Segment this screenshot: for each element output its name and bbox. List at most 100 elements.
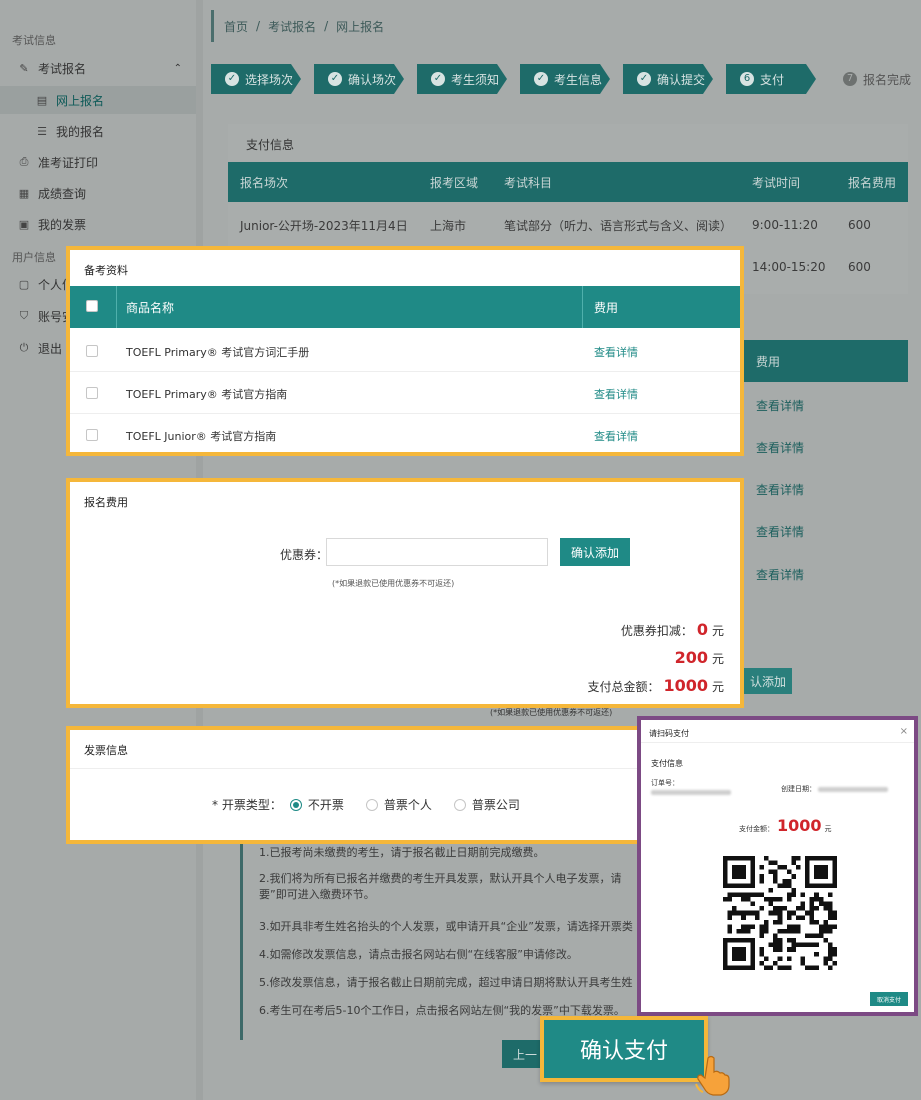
cancel-payment-button[interactable]: 取消支付 xyxy=(870,992,908,1006)
invoice-option-none[interactable]: 不开票 xyxy=(289,796,344,813)
divider xyxy=(641,742,914,743)
invoice-type-group: * 开票类型： 不开票 普票个人 普票公司 xyxy=(212,796,534,813)
confirm-pay-button[interactable]: 确认支付 xyxy=(540,1016,708,1082)
note-line: 5.修改发票信息，请于报名截止日期前完成，超过申请日期将默认开具考生姓 xyxy=(259,976,633,989)
section-title: 支付信息 xyxy=(246,138,295,152)
column-header: 费用 xyxy=(756,354,781,369)
currency-unit: 元 xyxy=(711,652,724,666)
breadcrumb-exam-registration[interactable]: 考试报名 xyxy=(268,18,316,35)
logout-icon: ⏻ xyxy=(19,341,29,354)
step-number-icon: 7 xyxy=(843,72,857,86)
sidebar-item-label: 成绩查询 xyxy=(38,186,87,201)
breadcrumb-separator: / xyxy=(324,19,329,33)
column-header: 商品名称 xyxy=(126,300,175,315)
total-label: 支付总金额： xyxy=(587,680,660,694)
invoice-type-label: * 开票类型： xyxy=(212,798,282,812)
step-label: 考生信息 xyxy=(554,72,603,87)
column-header: 考试时间 xyxy=(752,175,801,190)
view-details-link[interactable]: 查看详情 xyxy=(756,523,804,540)
sidebar-group-exam: 考试信息 xyxy=(12,34,56,47)
edit-icon: ✎ xyxy=(19,61,29,75)
created-label: 创建日期： xyxy=(781,785,816,793)
sidebar-item-exam-registration[interactable]: ✎ 考试报名 ⌃ xyxy=(0,54,196,82)
item-checkbox[interactable] xyxy=(86,345,98,357)
sidebar-item-label: 退出 xyxy=(38,341,63,356)
chevron-up-icon: ⌃ xyxy=(173,62,182,74)
option-label: 不开票 xyxy=(307,798,344,812)
sidebar-item-my-invoice[interactable]: ▣ 我的发票 xyxy=(0,210,196,238)
sidebar-item-label: 考试报名 xyxy=(38,61,87,76)
discount-label: 优惠券扣减： xyxy=(620,624,693,638)
sidebar-item-label: 我的发票 xyxy=(38,217,87,232)
step-label: 考生须知 xyxy=(451,72,500,87)
table-cell: 上海市 xyxy=(430,218,467,233)
step-label: 支付 xyxy=(760,72,785,87)
order-number: 订单号： xyxy=(651,778,731,796)
list-icon: ☰ xyxy=(37,124,47,138)
view-details-link[interactable]: 查看详情 xyxy=(756,439,804,456)
blurred-value xyxy=(818,786,889,792)
sidebar-item-score-query[interactable]: ▦ 成绩查询 xyxy=(0,179,196,207)
item-checkbox[interactable] xyxy=(86,429,98,441)
column-header: 报考区域 xyxy=(430,175,479,190)
view-details-link[interactable]: 查看详情 xyxy=(756,481,804,498)
sidebar-group-user: 用户信息 xyxy=(12,251,56,264)
step-candidate-notice: ✓ 考生须知 xyxy=(417,64,507,94)
confirm-add-coupon-button[interactable]: 确认添加 xyxy=(560,538,630,566)
step-number-icon: 6 xyxy=(740,72,754,86)
radio-unselected[interactable] xyxy=(365,798,378,811)
radio-unselected[interactable] xyxy=(453,798,466,811)
qr-payment-modal: 请扫码支付 × 支付信息 订单号： 创建日期： 支付金额： 1000 元 取消支… xyxy=(637,716,918,1016)
note-line: 4.如需修改发票信息，请点击报名网站右侧“在线客服”申请修改。 xyxy=(259,948,578,961)
product-name: TOEFL Junior® 考试官方指南 xyxy=(126,430,277,443)
bg-confirm-add-button[interactable]: 认添加 xyxy=(744,668,792,694)
breadcrumb-home[interactable]: 首页 xyxy=(224,18,248,35)
coupon-label: 优惠券： xyxy=(280,548,329,562)
user-icon: ▢ xyxy=(18,277,30,291)
check-icon: ✓ xyxy=(225,72,239,86)
step-candidate-info: ✓ 考生信息 xyxy=(520,64,610,94)
table-row: TOEFL Junior® 考试官方指南 查看详情 xyxy=(70,414,740,456)
view-details-link[interactable]: 查看详情 xyxy=(594,344,638,360)
invoice-option-company[interactable]: 普票公司 xyxy=(453,796,520,813)
print-icon: ⎙ xyxy=(19,155,29,168)
sidebar-item-admission-print[interactable]: ⎙ 准考证打印 xyxy=(0,148,196,176)
column-header: 报名场次 xyxy=(240,175,289,190)
currency-unit: 元 xyxy=(824,825,832,833)
table-cell: 9:00-11:20 xyxy=(752,218,818,232)
view-details-link[interactable]: 查看详情 xyxy=(756,566,804,583)
coupon-input[interactable] xyxy=(326,538,548,566)
table-cell: 600 xyxy=(848,260,871,274)
table-row: Junior-公开场-2023年11月4日 上海市 笔试部分（听力、语言形式与含… xyxy=(228,204,908,246)
check-icon: ✓ xyxy=(534,72,548,86)
step-confirm-submit: ✓ 确认提交 xyxy=(623,64,713,94)
bg-goods-table-header: 费用 xyxy=(744,340,908,382)
payment-amount: 支付金额： 1000 元 xyxy=(739,816,832,835)
blurred-value xyxy=(651,789,731,795)
coupon-note: (*如果退款已使用优惠券不可返还) xyxy=(332,579,455,588)
close-icon[interactable]: × xyxy=(900,726,908,737)
qr-code-icon xyxy=(723,856,837,970)
currency-unit: 元 xyxy=(711,624,724,638)
note-line: 3.如开具非考生姓名抬头的个人发票，或申请开具“企业”发票，请选择开票类 xyxy=(259,920,633,933)
divider xyxy=(70,768,638,769)
radio-selected[interactable] xyxy=(289,798,302,811)
sidebar-item-online-registration[interactable]: ▤ 网上报名 xyxy=(0,86,196,114)
materials-fee-line: 200 元 xyxy=(675,648,724,667)
select-all-checkbox[interactable] xyxy=(86,300,98,312)
view-details-link[interactable]: 查看详情 xyxy=(756,397,804,414)
item-checkbox[interactable] xyxy=(86,387,98,399)
note-line: 1.已报考尚未缴费的考生，请于报名截止日期前完成缴费。 xyxy=(259,846,545,859)
sidebar-item-my-registration[interactable]: ☰ 我的报名 xyxy=(0,117,196,145)
invoice-option-personal[interactable]: 普票个人 xyxy=(365,796,432,813)
view-details-link[interactable]: 查看详情 xyxy=(594,386,638,402)
view-details-link[interactable]: 查看详情 xyxy=(594,428,638,444)
check-icon: ✓ xyxy=(637,72,651,86)
sidebar-item-label: 我的报名 xyxy=(56,124,105,139)
breadcrumb: 首页 / 考试报名 / 网上报名 xyxy=(211,10,384,42)
pointing-hand-icon xyxy=(695,1055,730,1096)
column-divider xyxy=(582,286,583,328)
column-header: 报名费用 xyxy=(848,175,897,190)
panel-title: 备考资料 xyxy=(84,264,128,277)
invoice-panel: 发票信息 * 开票类型： 不开票 普票个人 普票公司 xyxy=(66,726,642,844)
